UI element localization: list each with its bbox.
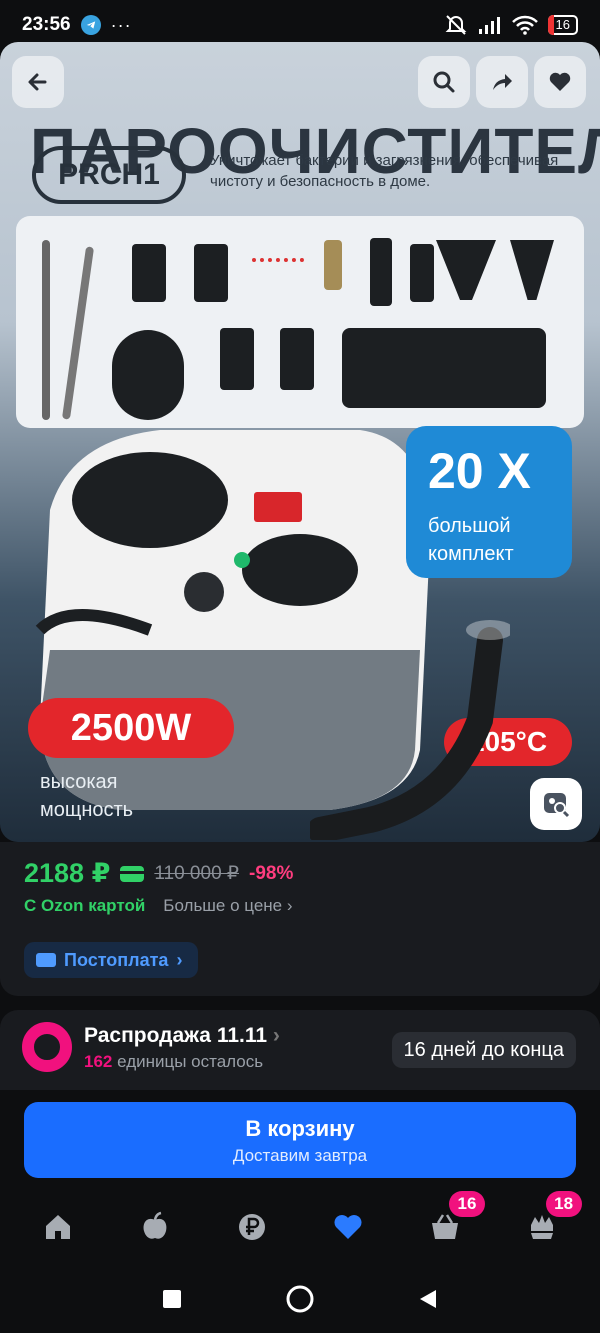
image-search-button[interactable] [530, 778, 582, 830]
image-description: Уничтожает бактерии и загрязнения, обесп… [210, 152, 559, 190]
kit-badge: 20 X большой комплект [406, 426, 572, 578]
model-badge: PRCH1 [32, 146, 186, 204]
image-search-icon [544, 793, 570, 818]
sale-banner[interactable]: Распродажа 11.11 › 162 единицы осталось … [0, 1010, 600, 1090]
tab-finance[interactable] [222, 1197, 282, 1257]
sale-logo-icon [22, 1022, 72, 1072]
price-section: 2188 ₽ 110 000 ₽ -98% С Ozon картой Боль… [0, 842, 600, 996]
kit-label-line-1: большой [428, 515, 511, 537]
signal-icon [478, 17, 500, 34]
heart-icon [549, 72, 571, 91]
mute-alarm-icon [445, 15, 466, 35]
heart-icon [334, 1215, 362, 1239]
share-button[interactable] [476, 56, 528, 108]
battery-icon: 16 [547, 15, 578, 35]
kit-label-line-2: комплект [428, 543, 514, 565]
product-image-gallery[interactable]: ПАРООЧИСТИТЕЛЬ PRCH1 Уничтожает бактерии… [0, 42, 600, 842]
more-notifications-icon: ··· [110, 14, 132, 35]
chevron-right-icon: › [286, 896, 293, 915]
kit-count: 20 X [428, 443, 531, 499]
apple-icon [143, 1211, 167, 1239]
home-button[interactable] [284, 1283, 316, 1315]
power-label: высокая мощность [40, 768, 133, 824]
share-icon [493, 74, 512, 90]
bottom-navigation: 16 18 [0, 1190, 600, 1264]
power-label-line-1: высокая [40, 771, 118, 793]
tab-home[interactable] [28, 1197, 88, 1257]
stock-remaining: 162 единицы осталось [84, 1052, 263, 1072]
postpay-button[interactable]: Постоплата › [24, 942, 199, 978]
tab-cart[interactable]: 16 [415, 1191, 485, 1257]
clock: 23:56 [22, 14, 71, 35]
current-price: 2188 ₽ [24, 858, 111, 888]
home-icon [46, 1215, 71, 1239]
ozon-card-icon [120, 865, 145, 882]
days-left-badge: 16 дней до конца [391, 1032, 576, 1068]
add-to-cart-button[interactable]: В корзину Доставим завтра [24, 1102, 576, 1178]
chevron-right-icon: › [272, 1024, 280, 1047]
arrow-left-icon [28, 73, 47, 91]
add-to-cart-label: В корзину [245, 1116, 355, 1141]
ozon-card-label: С Ozon картой [24, 896, 146, 915]
cart-bar: В корзину Доставим завтра [0, 1090, 600, 1190]
back-button[interactable] [12, 56, 64, 108]
chevron-right-icon: › [176, 949, 183, 970]
profile-count-badge: 18 [545, 1191, 582, 1217]
truck-icon [36, 953, 56, 967]
cart-count-badge: 16 [448, 1191, 485, 1217]
ruble-icon [238, 1214, 265, 1240]
old-price: 110 000 ₽ [154, 863, 239, 884]
wifi-icon [511, 15, 538, 35]
tab-fresh[interactable] [125, 1197, 185, 1257]
search-button[interactable] [418, 56, 470, 108]
power-label-line-2: мощность [40, 799, 134, 821]
more-price-link[interactable]: Больше о цене › [163, 896, 292, 916]
postpay-label: Постоплата [64, 949, 169, 970]
telegram-icon [80, 15, 101, 35]
system-navigation [0, 1264, 600, 1333]
delivery-label: Доставим завтра [232, 1146, 368, 1165]
discount-badge: -98% [249, 862, 294, 884]
favorite-button[interactable] [534, 56, 586, 108]
steam-gun-illustration [310, 620, 510, 840]
accessories-panel [16, 216, 584, 428]
recents-button[interactable] [160, 1287, 184, 1311]
tab-favorites[interactable] [318, 1197, 378, 1257]
stock-label: единицы осталось [117, 1052, 264, 1071]
search-icon [433, 71, 455, 93]
kit-label: большой комплект [428, 512, 514, 568]
tab-profile[interactable]: 18 [512, 1191, 582, 1257]
sale-title: Распродажа 11.11 › [84, 1024, 280, 1047]
power-badge: 2500W [28, 698, 234, 758]
stock-count: 162 [84, 1052, 113, 1071]
back-system-button[interactable] [416, 1287, 440, 1311]
